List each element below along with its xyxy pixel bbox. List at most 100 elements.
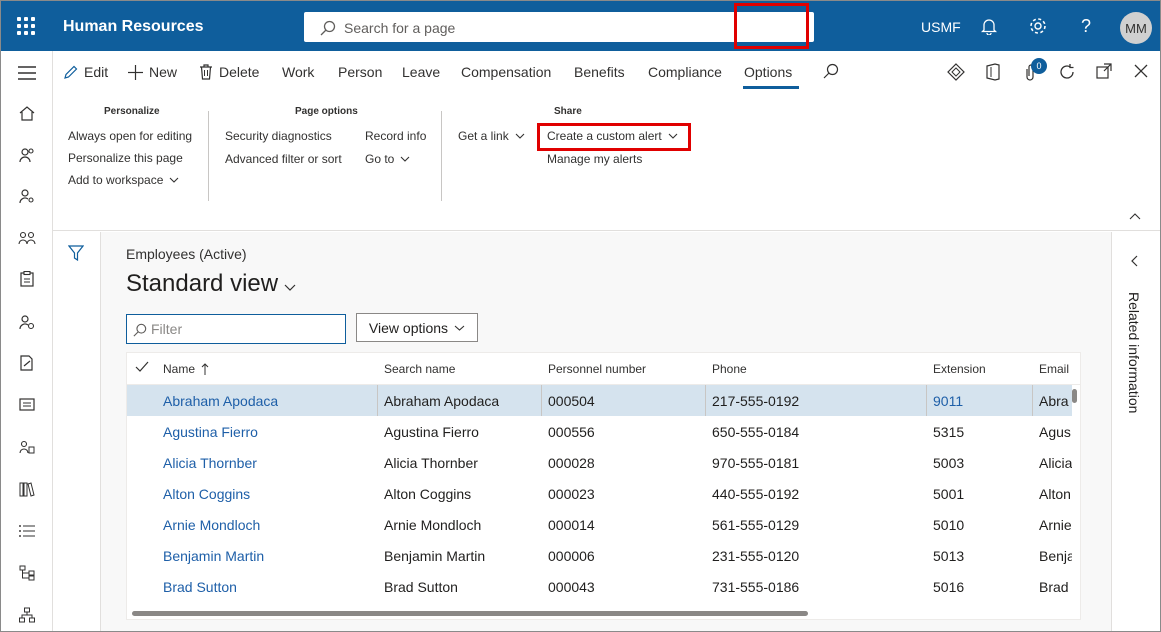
refresh-icon[interactable] xyxy=(1058,63,1076,81)
app-launcher-icon[interactable] xyxy=(17,17,35,35)
team-icon[interactable] xyxy=(17,437,37,457)
table-cell[interactable]: Brad Sutton xyxy=(163,579,237,595)
company-picker[interactable]: USMF xyxy=(921,19,961,35)
vertical-scrollbar[interactable] xyxy=(1072,389,1077,403)
left-navigation xyxy=(1,51,53,631)
horizontal-scrollbar[interactable] xyxy=(132,611,808,616)
close-icon[interactable] xyxy=(1134,64,1148,78)
tab-work[interactable]: Work xyxy=(282,64,314,80)
new-label: New xyxy=(149,64,178,80)
column-header-personnel-number[interactable]: Personnel number xyxy=(548,362,646,376)
hamburger-icon[interactable] xyxy=(17,63,37,83)
cell-divider xyxy=(1032,385,1033,416)
diamond-icon[interactable] xyxy=(947,63,965,81)
always-open-for-editing[interactable]: Always open for editing xyxy=(68,129,192,143)
tab-person[interactable]: Person xyxy=(338,64,382,80)
column-header-name[interactable]: Name xyxy=(163,362,209,376)
table-row[interactable]: Brad Sutton Brad Sutton 000043 731-555-0186… xyxy=(127,571,1072,602)
table-cell: 5315 xyxy=(933,424,965,440)
security-diagnostics[interactable]: Security diagnostics xyxy=(225,129,332,143)
delete-button[interactable]: Delete xyxy=(199,64,259,80)
edit-button[interactable]: Edit xyxy=(63,64,108,80)
column-header-email[interactable]: Email xyxy=(1039,362,1069,376)
chevron-left-icon[interactable] xyxy=(1131,254,1138,272)
filter-field[interactable] xyxy=(126,314,346,344)
person-search-icon[interactable] xyxy=(17,186,37,206)
related-information-pane[interactable]: Related information xyxy=(1111,232,1160,631)
library-icon[interactable] xyxy=(17,479,37,499)
column-header-extension[interactable]: Extension xyxy=(933,362,986,376)
help-icon[interactable]: ? xyxy=(1075,15,1097,37)
table-cell: Abraham Apodaca xyxy=(384,393,500,409)
table-cell[interactable]: Arnie Mondloch xyxy=(163,517,260,533)
tab-benefits[interactable]: Benefits xyxy=(574,64,625,80)
go-to[interactable]: Go to xyxy=(365,152,410,166)
view-options-button[interactable]: View options xyxy=(356,313,478,342)
table-cell: 5003 xyxy=(933,455,965,471)
person-settings-icon[interactable] xyxy=(17,312,37,332)
app-title[interactable]: Human Resources xyxy=(63,18,204,36)
table-row[interactable]: Benjamin Martin Benjamin Martin 000006 231-… xyxy=(127,540,1072,571)
breadcrumb: Employees (Active) xyxy=(126,246,247,262)
table-cell[interactable]: Benjamin Martin xyxy=(163,548,264,564)
get-a-link-label: Get a link xyxy=(458,129,509,143)
record-info[interactable]: Record info xyxy=(365,129,426,143)
action-pane: Edit New Delete Work Person Leave Compen… xyxy=(53,51,1160,95)
table-cell[interactable]: Alicia Thornber xyxy=(163,455,257,471)
table-row[interactable]: Abraham Apodaca Abraham Apodaca 000504 217-… xyxy=(127,385,1072,416)
open-new-window-icon[interactable] xyxy=(1096,63,1112,79)
table-row[interactable]: Arnie Mondloch Arnie Mondloch 000014 561-55… xyxy=(127,509,1072,540)
table-cell: 000028 xyxy=(548,455,595,471)
view-selector[interactable]: Standard view xyxy=(126,270,296,298)
home-icon[interactable] xyxy=(17,103,37,123)
table-cell[interactable]: Abraham Apodaca xyxy=(163,393,278,409)
filter-funnel-icon[interactable] xyxy=(67,245,85,266)
ribbon-divider xyxy=(441,111,442,201)
tab-compensation[interactable]: Compensation xyxy=(461,64,551,80)
column-header-search-name[interactable]: Search name xyxy=(384,362,455,376)
hierarchy-icon[interactable] xyxy=(17,563,37,583)
tab-compliance[interactable]: Compliance xyxy=(648,64,722,80)
table-cell[interactable]: Alton Coggins xyxy=(163,486,250,502)
chevron-down-icon xyxy=(284,284,296,291)
add-to-workspace-label: Add to workspace xyxy=(68,173,164,187)
action-search-icon[interactable] xyxy=(823,63,839,79)
table-row[interactable]: Alton Coggins Alton Coggins 000023 440-555-… xyxy=(127,478,1072,509)
group-icon[interactable] xyxy=(17,228,37,248)
new-button[interactable]: New xyxy=(128,64,177,80)
table-cell[interactable]: Agustina Fierro xyxy=(163,424,258,440)
trash-icon xyxy=(200,64,212,80)
manage-my-alerts[interactable]: Manage my alerts xyxy=(547,152,642,166)
report-icon[interactable] xyxy=(17,395,37,415)
table-row[interactable]: Agustina Fierro Agustina Fierro 000556 650-… xyxy=(127,416,1072,447)
table-cell: 231-555-0120 xyxy=(712,548,800,564)
document-edit-icon[interactable] xyxy=(17,353,37,373)
get-a-link[interactable]: Get a link xyxy=(458,129,525,143)
advanced-filter-or-sort[interactable]: Advanced filter or sort xyxy=(225,152,342,166)
options-ribbon: Personalize Always open for editing Pers… xyxy=(53,95,1160,231)
list-icon[interactable] xyxy=(17,521,37,541)
tab-leave[interactable]: Leave xyxy=(402,64,440,80)
table-row[interactable]: Alicia Thornber Alicia Thornber 000028 970-… xyxy=(127,447,1072,478)
org-chart-icon[interactable] xyxy=(17,605,37,625)
personalize-header: Personalize xyxy=(104,106,160,117)
office-icon[interactable] xyxy=(985,63,1001,81)
filter-input[interactable] xyxy=(151,319,341,339)
people-icon[interactable] xyxy=(17,145,37,165)
bell-icon[interactable] xyxy=(978,15,1000,37)
collapse-ribbon-icon[interactable] xyxy=(1129,213,1141,220)
select-all-checkmark-icon[interactable] xyxy=(135,361,149,373)
personalize-this-page[interactable]: Personalize this page xyxy=(68,151,183,165)
clipboard-icon[interactable] xyxy=(17,269,37,289)
table-cell: 440-555-0192 xyxy=(712,486,800,502)
tab-options[interactable]: Options xyxy=(744,64,792,80)
avatar[interactable]: MM xyxy=(1120,12,1152,44)
gear-icon[interactable] xyxy=(1027,15,1049,37)
table-cell: Arnie xyxy=(1039,517,1072,533)
column-header-phone[interactable]: Phone xyxy=(712,362,747,376)
plus-icon xyxy=(128,64,143,80)
table-cell: 5013 xyxy=(933,548,965,564)
chevron-down-icon xyxy=(515,133,525,139)
cell-divider xyxy=(377,385,378,416)
add-to-workspace[interactable]: Add to workspace xyxy=(68,173,179,187)
